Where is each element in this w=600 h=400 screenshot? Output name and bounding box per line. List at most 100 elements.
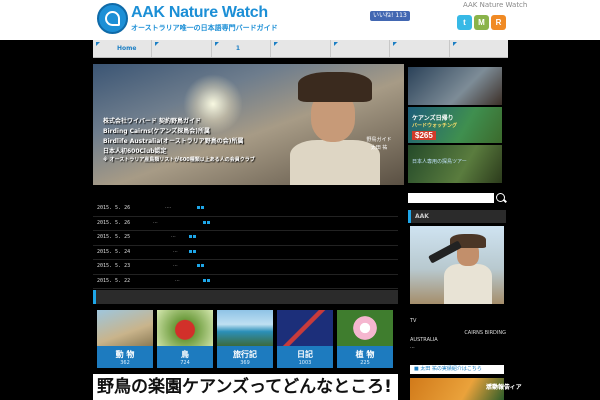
nav-item-home[interactable]: Home (93, 40, 151, 57)
hero-caption-role: 野鳥ガイド (366, 137, 392, 143)
news-title[interactable]: ... (171, 233, 176, 239)
new-badge-icon (207, 278, 210, 282)
side-banner-tour[interactable]: 日本人専用の探鳥ツアー (408, 145, 502, 183)
new-badge-icon (201, 206, 204, 209)
aak-profile-line-1: CAIRNS BIRDING (464, 330, 506, 336)
category-diary-title: 日記 (297, 350, 313, 359)
volunteer-banner[interactable]: ボランティア 活動報告 (410, 378, 522, 400)
twitter-icon[interactable]: t (457, 15, 472, 30)
rss-icon[interactable]: R (491, 15, 506, 30)
news-item[interactable]: 2015. 5. 26 ... (93, 217, 398, 231)
news-item[interactable]: 2015. 5. 25 ... (93, 231, 398, 246)
search-icon[interactable] (496, 193, 505, 202)
new-badge-icon (189, 235, 192, 238)
news-title[interactable]: ... (173, 262, 178, 268)
aak-tv-label: TV (410, 318, 417, 324)
new-badge-icon (201, 264, 204, 267)
new-badge-icon (193, 235, 196, 238)
new-badge-icon (197, 206, 200, 209)
category-diary-image (277, 310, 333, 346)
hero-line-4: 日本人初600Club認定 (103, 148, 167, 155)
logo-title[interactable]: AAK Nature Watch (131, 4, 268, 22)
category-plants[interactable]: 植 物 225 (337, 310, 393, 368)
side-banner-daytrip[interactable]: ケアンズ日帰り バードウォッチング $265 (408, 107, 502, 143)
category-plants-image (337, 310, 393, 346)
news-date: 2015. 5. 26 (97, 205, 131, 211)
category-birds[interactable]: 鳥 724 (157, 310, 213, 368)
side-banner-daytrip-price: $265 (412, 131, 436, 140)
category-diary-count: 1003 (298, 360, 312, 366)
logo-bird-icon[interactable] (97, 3, 128, 34)
hero-caption-name: 太田 祐 (370, 145, 388, 151)
news-title[interactable]: .... (165, 204, 171, 210)
new-badge-icon (203, 278, 206, 282)
nav-item-4[interactable] (270, 40, 329, 57)
news-title[interactable]: ... (173, 248, 178, 254)
category-section-bar (93, 290, 398, 304)
aak-profile-line-3: ... (410, 344, 415, 350)
category-travel-label: 旅行記 369 (217, 346, 273, 368)
news-date: 2015. 5. 26 (97, 219, 131, 226)
aak-profile-text: TV CAIRNS BIRDING AUSTRALIA ... (410, 318, 506, 351)
new-badge-icon (189, 249, 192, 253)
hero-line-2: Birding Cairns(ケアンズ探鳥会)所属 (103, 128, 211, 135)
nav-item-3[interactable]: 1 (210, 40, 270, 57)
facebook-like-button[interactable]: いいね! 113 (370, 11, 410, 21)
category-birds-image (157, 310, 213, 346)
aak-profile-link[interactable]: ■ 太田 祐の実績紹介はこちら (410, 365, 504, 374)
side-banner-daytrip-label: ケアンズ日帰り (412, 115, 454, 122)
category-animals-title: 動 物 (115, 350, 135, 359)
category-plants-title: 植 物 (355, 350, 375, 359)
site-tagline: AAK Nature Watch (463, 1, 528, 9)
news-date: 2015. 5. 23 (97, 263, 131, 269)
category-animals-label: 動 物 362 (97, 346, 153, 368)
hero-banner[interactable]: 株式会社ワイバード 契約野鳥ガイド Birding Cairns(ケアンズ探鳥会… (93, 64, 404, 185)
category-plants-count: 225 (360, 360, 370, 366)
news-list: 2015. 5. 26 .... 2015. 5. 26 ... 2015. 5… (93, 202, 398, 289)
side-banner-tour-text: 日本人専用の探鳥ツアー (412, 159, 467, 165)
category-plants-label: 植 物 225 (337, 346, 393, 368)
category-animals-image (97, 310, 153, 346)
feature-heading[interactable]: 野鳥の楽園ケアンズってどんなところ! (93, 374, 398, 400)
aak-profile-photo[interactable] (410, 226, 504, 304)
category-diary-label: 日記 1003 (277, 346, 333, 368)
category-diary[interactable]: 日記 1003 (277, 310, 333, 368)
new-badge-icon (197, 264, 200, 267)
category-animals[interactable]: 動 物 362 (97, 310, 153, 368)
category-travel[interactable]: 旅行記 369 (217, 310, 273, 368)
hero-line-5: ※ オーストラリア産鳥類リストが600種類以上ある人の会員クラブ (103, 157, 255, 163)
news-title[interactable]: ... (153, 219, 158, 225)
search-input[interactable] (408, 193, 494, 203)
news-date: 2015. 5. 24 (97, 248, 131, 255)
category-birds-count: 724 (180, 360, 190, 366)
mixi-icon[interactable]: M (474, 15, 489, 30)
category-travel-image (217, 310, 273, 346)
news-item[interactable]: 2015. 5. 22 ... (93, 275, 398, 289)
category-animals-count: 362 (120, 360, 130, 366)
aak-profile-line-2: AUSTRALIA (410, 337, 438, 343)
news-title[interactable]: ... (175, 277, 180, 283)
category-birds-title: 鳥 (181, 350, 189, 359)
hero-line-3: Birdlife Australia(オーストラリア野鳥の会)所属 (103, 138, 244, 145)
side-banner-daytrip-sub: バードウォッチング (412, 123, 458, 129)
category-travel-title: 旅行記 (233, 350, 257, 359)
news-item[interactable]: 2015. 5. 23 ... (93, 260, 398, 275)
news-item[interactable]: 2015. 5. 24 ... (93, 246, 398, 260)
hero-caption: 野鳥ガイド 太田 祐 (365, 136, 393, 152)
site-header: AAK Nature Watch オーストラリア唯一の日本語専門バードガイド い… (0, 0, 600, 40)
hero-sun-glow (183, 74, 243, 134)
nav-item-7[interactable] (448, 40, 508, 57)
nav-item-6[interactable] (389, 40, 448, 57)
logo-subtitle: オーストラリア唯一の日本語専門バードガイド (131, 24, 278, 32)
new-badge-icon (193, 249, 196, 253)
news-item[interactable]: 2015. 5. 26 .... (93, 202, 398, 217)
category-travel-count: 369 (240, 360, 250, 366)
category-birds-label: 鳥 724 (157, 346, 213, 368)
aak-section-bar: AAK (408, 210, 506, 223)
nav-item-5[interactable] (329, 40, 389, 57)
hero-line-1: 株式会社ワイバード 契約野鳥ガイド (103, 118, 201, 125)
new-badge-icon (203, 220, 206, 224)
new-badge-icon (207, 220, 210, 224)
nav-item-2[interactable] (151, 40, 210, 57)
side-banner-guide[interactable] (408, 67, 502, 105)
